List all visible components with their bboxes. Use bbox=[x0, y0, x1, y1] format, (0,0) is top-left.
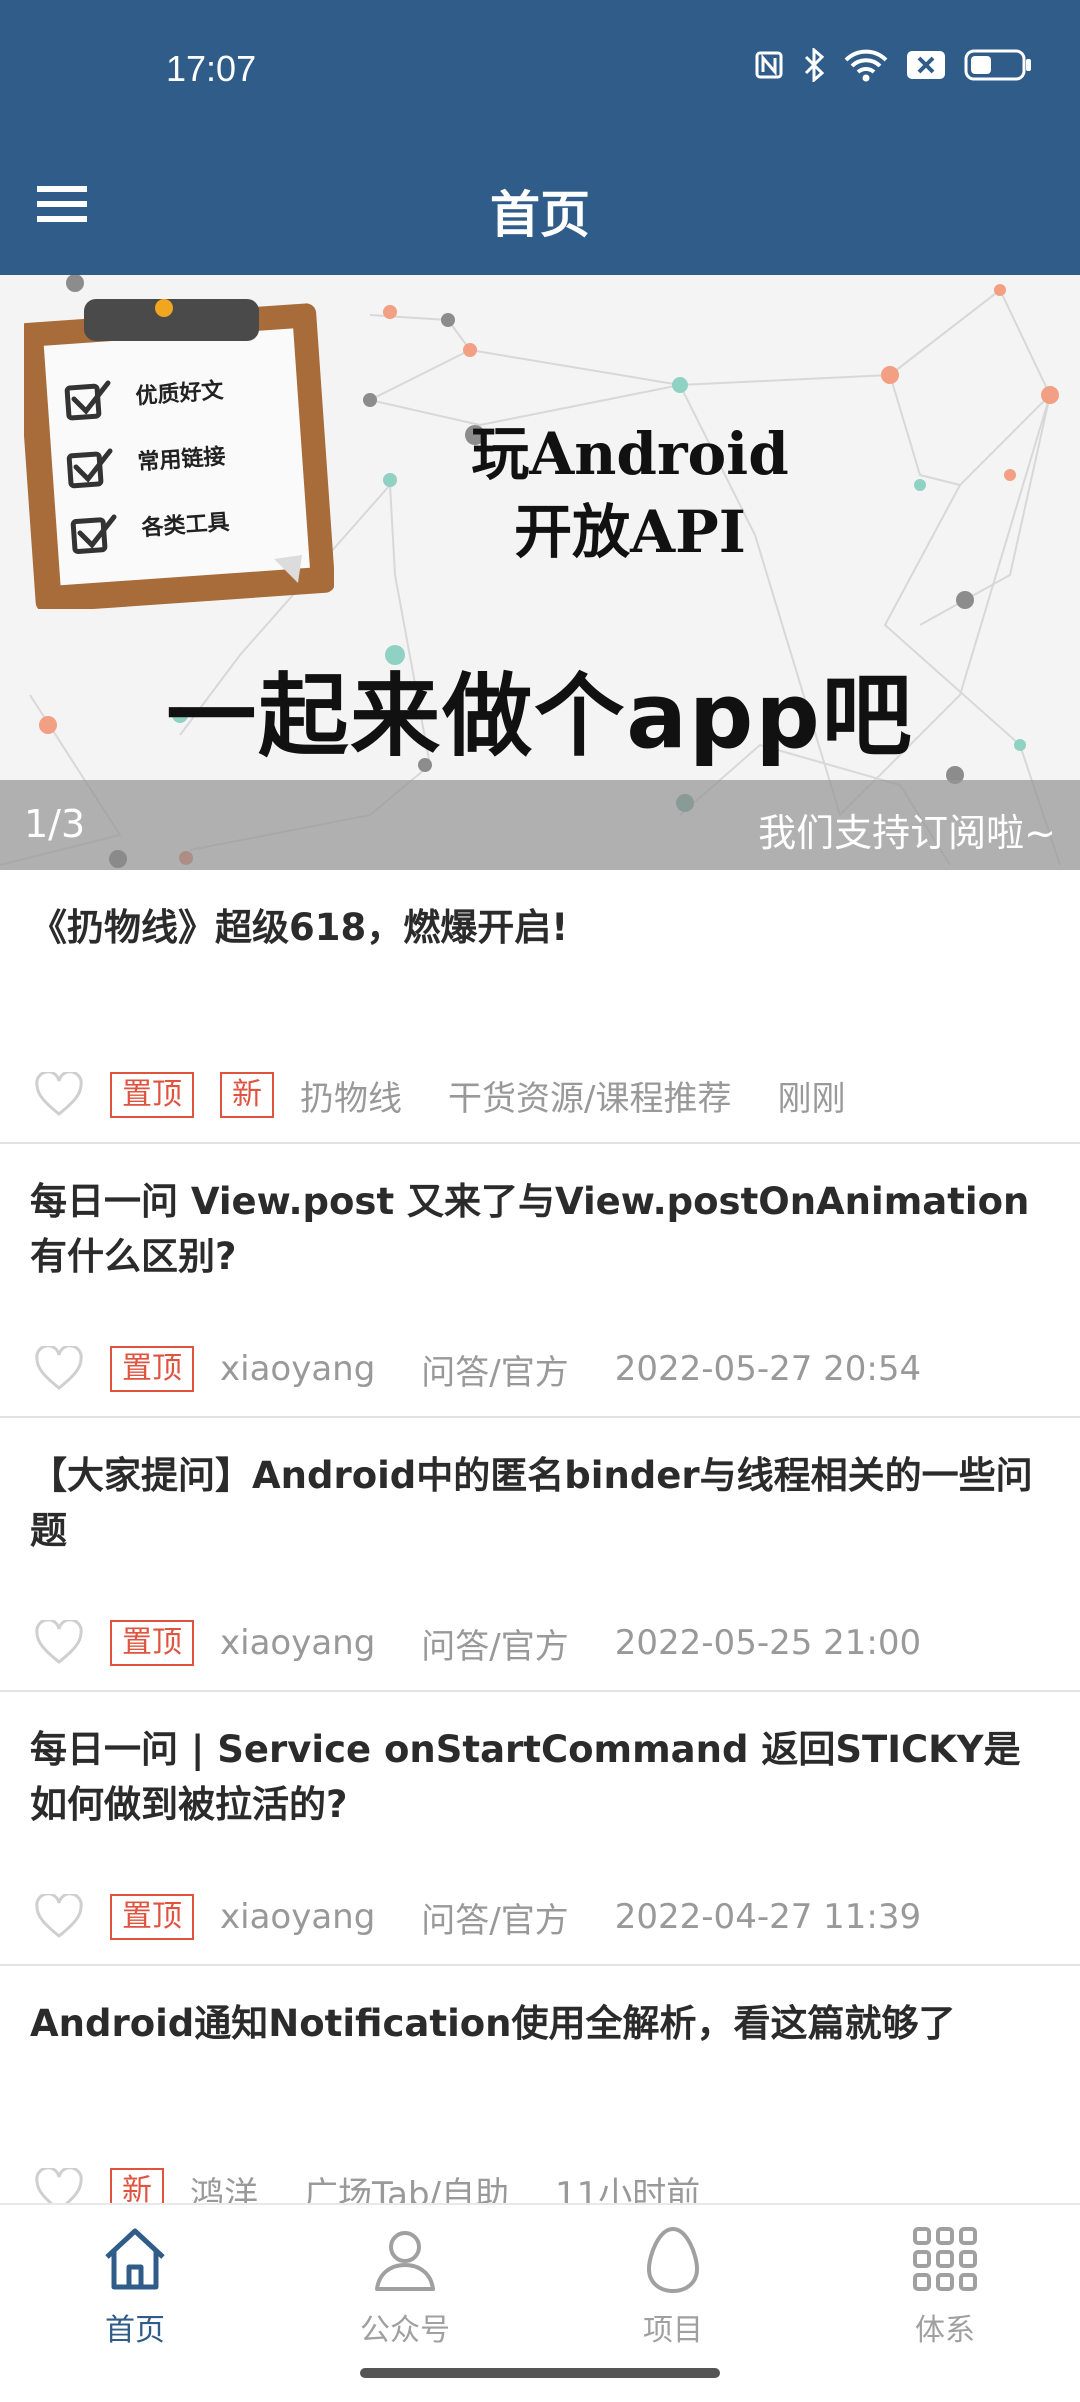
article-time: 2022-04-27 11:39 bbox=[614, 1897, 922, 1937]
banner-carousel[interactable]: 优质好文 常用链接 各类工具 玩Android 开放API 一起来做个app吧 … bbox=[0, 275, 1080, 870]
article-meta: 置顶 xiaoyang 问答/官方 2022-05-25 21:00 bbox=[34, 1618, 967, 1668]
article-time: 2022-05-27 20:54 bbox=[614, 1349, 922, 1389]
tag-pinned: 置顶 bbox=[110, 1894, 194, 1940]
banner-title-line1: 玩Android bbox=[471, 420, 789, 488]
egg-icon bbox=[646, 2226, 700, 2294]
nav-projects-label: 项目 bbox=[643, 2313, 703, 2348]
nav-official-accounts-label: 公众号 bbox=[360, 2313, 450, 2348]
article-list: 《扔物线》超级618，燃爆开启! 置顶 新 扔物线 干货资源/课程推荐 刚刚 每… bbox=[0, 870, 1080, 2240]
banner-title: 玩Android 开放API bbox=[420, 415, 840, 571]
article-title: 每日一问 | Service onStartCommand 返回STICKY是如… bbox=[30, 1728, 1021, 1826]
heart-icon[interactable] bbox=[34, 1346, 84, 1392]
tag-pinned: 置顶 bbox=[110, 1346, 194, 1392]
article-category[interactable]: 问答/官方 bbox=[421, 1893, 568, 1942]
article-title: 《扔物线》超级618，燃爆开启! bbox=[30, 906, 569, 949]
article-author[interactable]: xiaoyang bbox=[220, 1897, 375, 1937]
banner-page-indicator: 1/3 bbox=[24, 802, 86, 846]
article-time: 2022-05-25 21:00 bbox=[614, 1623, 922, 1663]
article-category[interactable]: 干货资源/课程推荐 bbox=[448, 1071, 731, 1120]
article-title: Android通知Notification使用全解析，看这篇就够了 bbox=[30, 2002, 956, 2045]
article-category[interactable]: 问答/官方 bbox=[421, 1345, 568, 1394]
article-item[interactable]: Android通知Notification使用全解析，看这篇就够了 新 鸿洋 广… bbox=[0, 1966, 1080, 2240]
status-icons bbox=[754, 48, 1032, 82]
nav-projects[interactable]: 项目 bbox=[573, 2223, 773, 2349]
status-time: 17:07 bbox=[166, 48, 257, 89]
banner-title-line2: 开放API bbox=[514, 498, 746, 566]
heart-icon[interactable] bbox=[34, 1894, 84, 1940]
heart-icon[interactable] bbox=[34, 1072, 84, 1118]
article-meta: 置顶 新 扔物线 干货资源/课程推荐 刚刚 bbox=[34, 1070, 891, 1120]
article-category[interactable]: 问答/官方 bbox=[421, 1619, 568, 1668]
sim-blocked-icon bbox=[907, 51, 945, 79]
person-icon bbox=[375, 2231, 435, 2291]
article-item[interactable]: 《扔物线》超级618，燃爆开启! 置顶 新 扔物线 干货资源/课程推荐 刚刚 bbox=[0, 870, 1080, 1144]
article-author[interactable]: xiaoyang bbox=[220, 1349, 375, 1389]
page-title: 首页 bbox=[490, 186, 590, 244]
article-item[interactable]: 【大家提问】Android中的匿名binder与线程相关的一些问题 置顶 xia… bbox=[0, 1418, 1080, 1692]
article-author[interactable]: 扔物线 bbox=[300, 1071, 402, 1120]
grid-icon bbox=[913, 2227, 977, 2291]
nav-system-label: 体系 bbox=[915, 2313, 975, 2348]
nav-official-accounts[interactable]: 公众号 bbox=[305, 2223, 505, 2349]
status-bar: 17:07 bbox=[0, 0, 1080, 145]
home-indicator[interactable] bbox=[360, 2368, 720, 2378]
banner-caption: 我们支持订阅啦~ bbox=[758, 811, 1056, 855]
banner-footer: 1/3 我们支持订阅啦~ bbox=[0, 780, 1080, 870]
app-bar: 首页 bbox=[0, 145, 1080, 275]
article-meta: 置顶 xiaoyang 问答/官方 2022-04-27 11:39 bbox=[34, 1892, 967, 1942]
article-item[interactable]: 每日一问 | Service onStartCommand 返回STICKY是如… bbox=[0, 1692, 1080, 1966]
nfc-icon bbox=[755, 51, 783, 79]
tag-pinned: 置顶 bbox=[110, 1620, 194, 1666]
tag-pinned: 置顶 bbox=[110, 1072, 194, 1118]
heart-icon[interactable] bbox=[34, 1620, 84, 1666]
article-time: 刚刚 bbox=[777, 1078, 846, 1119]
nav-system[interactable]: 体系 bbox=[845, 2223, 1045, 2349]
wifi-icon bbox=[844, 49, 888, 82]
bluetooth-icon bbox=[804, 48, 825, 82]
nav-home[interactable]: 首页 bbox=[35, 2223, 235, 2349]
banner-headline: 一起来做个app吧 bbox=[166, 664, 914, 769]
clipboard-illustration: 优质好文 常用链接 各类工具 bbox=[24, 299, 334, 609]
article-item[interactable]: 每日一问 View.post 又来了与View.postOnAnimation … bbox=[0, 1144, 1080, 1418]
tag-new: 新 bbox=[220, 1072, 274, 1118]
article-author[interactable]: xiaoyang bbox=[220, 1623, 375, 1663]
article-title: 【大家提问】Android中的匿名binder与线程相关的一些问题 bbox=[30, 1454, 1033, 1552]
nav-home-label: 首页 bbox=[105, 2313, 165, 2348]
article-meta: 置顶 xiaoyang 问答/官方 2022-05-27 20:54 bbox=[34, 1344, 967, 1394]
battery-icon bbox=[964, 49, 1031, 81]
home-icon bbox=[105, 2228, 165, 2290]
article-title: 每日一问 View.post 又来了与View.postOnAnimation … bbox=[30, 1180, 1030, 1278]
